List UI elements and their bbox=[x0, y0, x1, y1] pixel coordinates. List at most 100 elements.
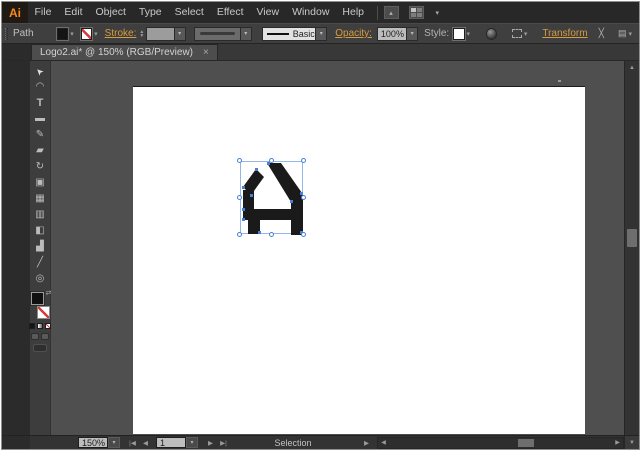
stroke-weight-select[interactable]: ▾ bbox=[146, 26, 186, 41]
slice-tool[interactable]: ╱ bbox=[31, 255, 50, 271]
vertical-scrollbar[interactable]: ▲ bbox=[624, 61, 639, 435]
color-button[interactable] bbox=[29, 323, 35, 329]
arrange-icon[interactable]: ▤ bbox=[618, 28, 627, 39]
horizontal-scrollbar[interactable]: ◀ ▶ bbox=[377, 436, 624, 449]
arrange-chevron-icon[interactable]: ▾ bbox=[629, 30, 633, 38]
shape-builder-tool[interactable]: ◧ bbox=[31, 223, 50, 239]
fill-chevron-icon[interactable]: ▾ bbox=[70, 30, 74, 38]
stroke-none-swatch[interactable] bbox=[79, 26, 94, 41]
first-artboard-button[interactable]: |◀ bbox=[126, 439, 139, 447]
anchor-point[interactable] bbox=[250, 194, 253, 197]
menu-window[interactable]: Window bbox=[286, 2, 336, 23]
panel-grip[interactable] bbox=[5, 27, 8, 40]
draw-behind-button[interactable] bbox=[41, 333, 49, 340]
stroke-link[interactable]: Stroke: bbox=[105, 28, 137, 39]
menu-object[interactable]: Object bbox=[89, 2, 132, 23]
menu-items: File Edit Object Type Select Effect View Window… bbox=[28, 2, 371, 23]
selection-tool[interactable]: ➤ bbox=[31, 63, 50, 79]
selection-handle[interactable] bbox=[269, 232, 274, 237]
paintbrush-tool[interactable]: ✎ bbox=[31, 127, 50, 143]
selection-handle[interactable] bbox=[301, 232, 306, 237]
bridge-icon[interactable]: ▴ bbox=[383, 6, 399, 19]
width-profile-chevron-icon[interactable]: ▾ bbox=[239, 27, 251, 40]
opacity-link[interactable]: Opacity: bbox=[335, 28, 372, 39]
spin-down-icon[interactable]: ▼ bbox=[139, 33, 144, 38]
zoom-tool[interactable]: ◎ bbox=[31, 271, 50, 287]
type-tool[interactable]: T bbox=[31, 95, 50, 111]
scroll-up-icon[interactable]: ▲ bbox=[625, 61, 639, 74]
scroll-down-icon[interactable]: ▼ bbox=[624, 436, 639, 449]
recolor-artwork-icon[interactable] bbox=[486, 27, 498, 40]
rectangle-tool[interactable]: ▬ bbox=[31, 111, 50, 127]
lasso-tool[interactable]: ◠ bbox=[31, 79, 50, 95]
rotate-tool[interactable]: ↻ bbox=[31, 159, 50, 175]
anchor-point[interactable] bbox=[255, 168, 258, 171]
selection-handle[interactable] bbox=[301, 158, 306, 163]
fill-indicator-black[interactable] bbox=[30, 292, 44, 305]
anchor-point[interactable] bbox=[242, 218, 245, 221]
opacity-combo[interactable]: 100% ▾ bbox=[376, 26, 419, 41]
horizontal-scroll-thumb[interactable] bbox=[518, 438, 534, 447]
menu-edit[interactable]: Edit bbox=[58, 2, 89, 23]
column-graph-tool[interactable]: ▟ bbox=[31, 239, 50, 255]
brush-chevron-icon[interactable]: ▾ bbox=[315, 27, 327, 40]
select-similar-chevron-icon[interactable]: ▾ bbox=[524, 30, 528, 38]
anchor-point[interactable] bbox=[242, 186, 245, 189]
select-similar-icon[interactable] bbox=[512, 29, 522, 38]
scroll-left-icon[interactable]: ◀ bbox=[378, 439, 389, 446]
menu-type[interactable]: Type bbox=[132, 2, 168, 23]
opacity-chevron-icon[interactable]: ▾ bbox=[406, 27, 418, 40]
fill-stroke-control[interactable]: ⇄ bbox=[30, 290, 52, 319]
draw-normal-button[interactable] bbox=[31, 333, 39, 340]
selection-handle[interactable] bbox=[269, 158, 274, 163]
gradient-button[interactable] bbox=[37, 323, 43, 329]
isolate-icon[interactable]: ╳ bbox=[599, 28, 604, 39]
artboard[interactable] bbox=[133, 86, 585, 434]
artboard-chevron-icon[interactable]: ▾ bbox=[186, 437, 198, 448]
eraser-tool[interactable]: ▰ bbox=[31, 143, 50, 159]
selection-handle[interactable] bbox=[237, 195, 242, 200]
status-expand-icon[interactable]: ▶ bbox=[360, 439, 373, 447]
selection-handle[interactable] bbox=[237, 158, 242, 163]
anchor-point[interactable] bbox=[258, 231, 261, 234]
document-tab[interactable]: Logo2.ai* @ 150% (RGB/Preview) × bbox=[31, 44, 218, 60]
zoom-level-input[interactable]: 150% bbox=[78, 437, 108, 448]
mesh-tool[interactable]: ▦ bbox=[31, 191, 50, 207]
menu-effect[interactable]: Effect bbox=[210, 2, 250, 23]
canvas-area[interactable] bbox=[51, 61, 624, 435]
screen-mode-button[interactable] bbox=[33, 344, 47, 352]
stroke-indicator-none[interactable] bbox=[36, 306, 50, 319]
style-swatch[interactable] bbox=[452, 26, 466, 41]
chevron-down-icon[interactable]: ▾ bbox=[436, 9, 440, 17]
vertical-scroll-thumb[interactable] bbox=[627, 229, 637, 247]
selection-handle[interactable] bbox=[301, 195, 306, 200]
close-icon[interactable]: × bbox=[203, 47, 209, 58]
workspace-switcher-icon[interactable] bbox=[408, 6, 424, 19]
artboard-number-input[interactable]: 1 bbox=[156, 437, 186, 448]
logo-artwork[interactable] bbox=[241, 162, 304, 235]
selection-handle[interactable] bbox=[237, 232, 242, 237]
menu-view[interactable]: View bbox=[250, 2, 286, 23]
menu-select[interactable]: Select bbox=[168, 2, 210, 23]
menu-file[interactable]: File bbox=[28, 2, 58, 23]
anchor-point[interactable] bbox=[290, 200, 293, 203]
style-chevron-icon[interactable]: ▾ bbox=[467, 30, 471, 38]
last-artboard-button[interactable]: ▶| bbox=[217, 439, 230, 447]
fill-swatch[interactable] bbox=[55, 26, 70, 41]
free-transform-tool[interactable]: ▣ bbox=[31, 175, 50, 191]
previous-artboard-button[interactable]: ◀ bbox=[139, 439, 152, 447]
zoom-chevron-icon[interactable]: ▾ bbox=[108, 437, 120, 448]
stroke-weight-chevron-icon[interactable]: ▾ bbox=[173, 27, 185, 40]
transform-link[interactable]: Transform bbox=[542, 28, 587, 39]
next-artboard-button[interactable]: ▶ bbox=[204, 439, 217, 447]
selection-bounding-box[interactable] bbox=[237, 158, 306, 237]
gradient-tool[interactable]: ▥ bbox=[31, 207, 50, 223]
brush-definition-select[interactable]: Basic ▾ bbox=[261, 26, 328, 41]
anchor-point[interactable] bbox=[242, 208, 245, 211]
menu-help[interactable]: Help bbox=[336, 2, 371, 23]
width-profile-select[interactable]: ▾ bbox=[193, 26, 252, 41]
scroll-right-icon[interactable]: ▶ bbox=[612, 439, 623, 446]
opacity-value[interactable]: 100% bbox=[378, 29, 406, 39]
stroke-chevron-icon[interactable]: ▾ bbox=[94, 30, 98, 38]
stroke-weight-stepper[interactable]: ▲ ▼ bbox=[139, 29, 144, 38]
